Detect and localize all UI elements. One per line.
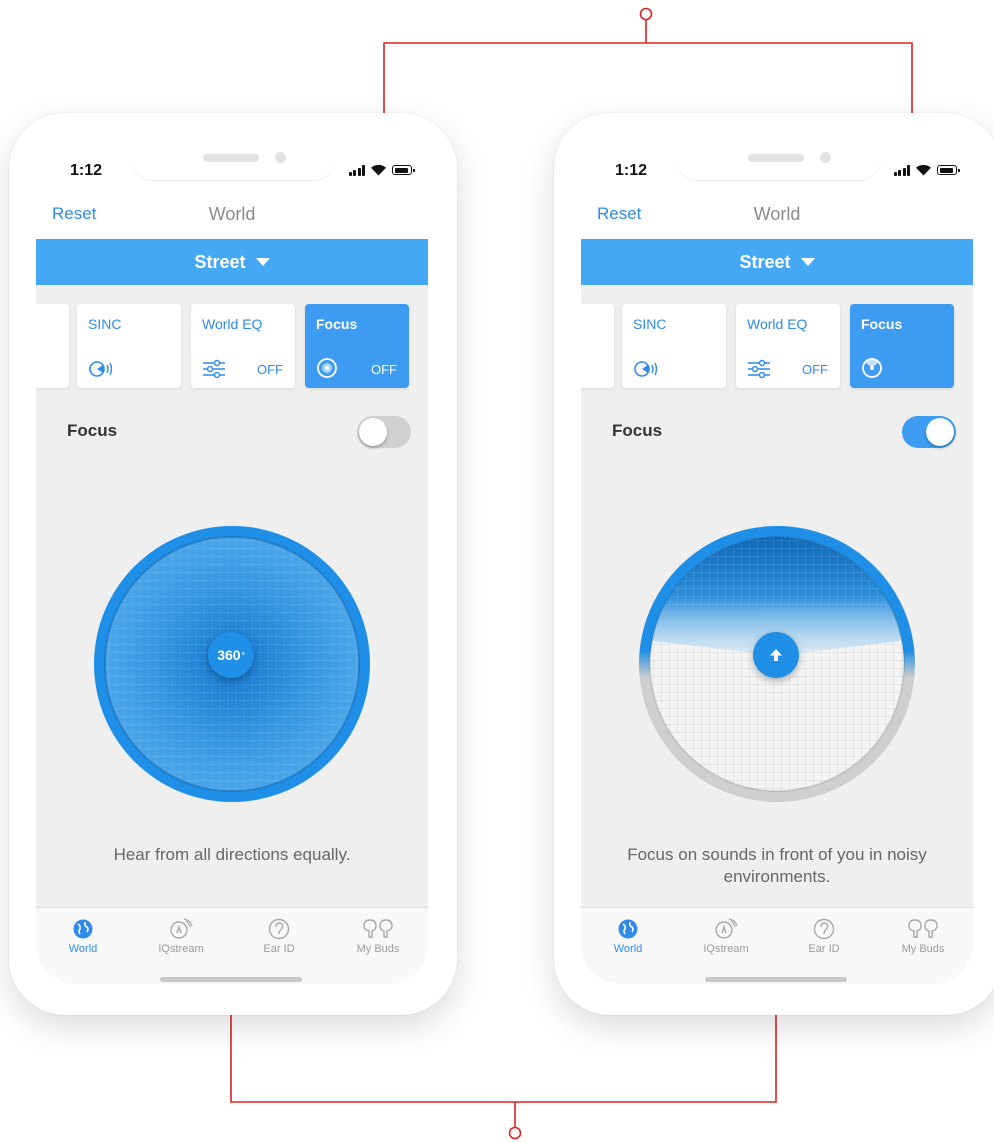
preset-dropdown[interactable]: Street [36,239,428,285]
tab-ear-id[interactable]: Ear ID [239,918,319,955]
toggle-knob [359,418,387,446]
tab-label: My Buds [901,943,945,955]
card-focus[interactable]: Focus OFF [305,304,409,388]
direction-front-button[interactable] [753,632,799,678]
preset-label: Street [739,251,791,272]
equalizer-icon [203,359,225,379]
signal-icon [348,164,365,176]
tab-label: IQstream [158,943,204,955]
phone-right: 1:12 Reset World Street SINC World EQ OF… [554,113,994,1015]
status-bar: 1:12 [36,142,428,192]
degree-symbol: ° [241,650,245,660]
speaker-grille [748,154,804,162]
system-icons [893,164,960,176]
signal-icon [893,164,910,176]
card-title: SINC [633,316,667,332]
toggle-knob [926,418,954,446]
tab-label: IQstream [703,943,749,955]
home-indicator [160,977,302,982]
nav-bar: Reset World [581,192,973,240]
tab-label: World [68,943,98,955]
tab-world[interactable]: World [588,918,668,955]
screen-left: 1:12 Reset World Street SINC World EQ OF… [36,142,428,984]
buds-icon [908,919,938,938]
ear-id-icon [813,918,835,940]
card-title: World EQ [202,316,263,332]
iqstream-icon [715,918,738,939]
card-status: OFF [257,362,283,377]
home-indicator [705,977,847,982]
card-sinc[interactable]: SINC [622,304,726,388]
card-status: OFF [371,362,397,377]
tab-label: World [613,943,643,955]
buds-icon [363,919,393,938]
nav-bar: Reset World [36,192,428,240]
tab-ear-id[interactable]: Ear ID [784,918,864,955]
sinc-icon [634,361,658,377]
card-partial[interactable] [581,304,614,388]
tab-my-buds[interactable]: My Buds [883,918,963,955]
tab-iqstream[interactable]: IQstream [141,918,221,955]
notch [131,142,336,180]
focus-toggle[interactable] [357,416,411,448]
camera [820,152,831,163]
phone-left: 1:12 Reset World Street SINC World EQ OF… [9,113,457,1015]
page-title: World [753,204,801,224]
globe-icon [73,919,93,939]
tab-bar: World IQstream Ear ID My Buds [36,907,428,984]
ear-id-icon [268,918,290,940]
card-title: Focus [316,316,358,332]
focus-dial-icon [862,358,882,378]
sinc-icon [89,361,113,377]
system-icons [348,164,415,176]
page-title: World [208,204,256,224]
battery-icon [392,165,415,175]
tab-my-buds[interactable]: My Buds [338,918,418,955]
focus-caption: Focus on sounds in front of you in noisy… [627,845,927,886]
center-label: 360 [217,647,241,663]
caret-down-icon [800,258,815,266]
card-partial[interactable] [36,304,69,388]
card-sinc[interactable]: SINC [77,304,181,388]
tab-label: Ear ID [808,943,840,955]
status-bar: 1:12 [581,142,973,192]
focus-toggle[interactable] [902,416,956,448]
focus-dial-icon [317,358,337,378]
speaker-grille [203,154,259,162]
tab-world[interactable]: World [43,918,123,955]
wifi-icon [916,164,931,176]
tab-label: Ear ID [263,943,295,955]
focus-label: Focus [67,421,118,440]
card-title: World EQ [747,316,808,332]
card-title: Focus [861,316,903,332]
battery-icon [937,165,960,175]
card-focus[interactable]: Focus [850,304,954,388]
globe-icon [618,919,638,939]
tab-bar: World IQstream Ear ID My Buds [581,907,973,984]
caret-down-icon [255,258,270,266]
preset-label: Street [194,251,246,272]
arrow-up-icon [770,649,782,661]
iqstream-icon [170,918,193,939]
tab-iqstream[interactable]: IQstream [686,918,766,955]
status-time: 1:12 [70,162,103,179]
focus-label: Focus [612,421,663,440]
card-title: SINC [88,316,122,332]
screen-right: 1:12 Reset World Street SINC World EQ OF… [581,142,973,984]
card-status: OFF [802,362,828,377]
direction-360-button[interactable]: 360 ° [208,632,254,678]
status-time: 1:12 [615,162,648,179]
equalizer-icon [748,359,770,379]
camera [275,152,286,163]
card-world-eq[interactable]: World EQ OFF [191,304,295,388]
preset-dropdown[interactable]: Street [581,239,973,285]
wifi-icon [371,164,386,176]
card-world-eq[interactable]: World EQ OFF [736,304,840,388]
focus-caption: Hear from all directions equally. [113,845,351,864]
tab-label: My Buds [356,943,400,955]
notch [676,142,881,180]
